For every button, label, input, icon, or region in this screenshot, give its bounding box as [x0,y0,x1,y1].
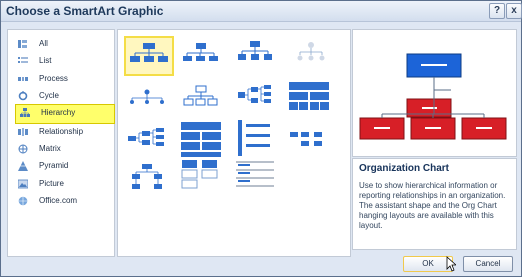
category-label: Office.com [39,196,78,205]
hierarchy-list-thumb-icon [181,122,221,157]
all-icon [18,40,27,48]
category-sidebar: All List Process Cycle Hierarchy Relatio… [7,29,115,257]
description-panel: Organization Chart Use to show hierarchi… [352,158,517,250]
half-circle-hierarchy-thumb-icon [181,160,218,189]
labeled-hierarchy-thumb-icon [183,85,218,106]
layout-thumb-text-list[interactable] [232,158,278,194]
layout-thumb-circle-picture-hierarchy[interactable] [288,36,334,72]
organization-chart-preview-icon [359,53,507,140]
layout-thumb-horizontal-hierarchy[interactable] [232,82,278,118]
help-button[interactable]: ? [489,3,505,19]
lined-list-thumb-icon [290,132,322,146]
category-label: Pyramid [39,161,69,170]
title-bar: Choose a SmartArt Graphic ? x [1,1,522,22]
matrix-icon [18,144,28,154]
hierarchy-thumb-icon [130,89,164,104]
horizontal-hierarchy-thumb-icon [238,85,271,103]
layout-thumb-half-circle-org-chart[interactable] [232,36,278,72]
layout-thumb-table-hierarchy[interactable] [286,80,332,116]
name-title-org-thumb-icon [183,43,218,61]
circle-picture-thumb-icon [297,42,325,61]
category-label: Hierarchy [41,108,76,117]
category-label: Matrix [39,144,61,153]
half-circle-org-thumb-icon [238,41,272,60]
category-label: Cycle [39,91,60,100]
category-item-cycle[interactable]: Cycle [14,88,110,104]
office-icon [18,196,28,206]
dialog-title: Choose a SmartArt Graphic [6,4,164,18]
category-item-matrix[interactable]: Matrix [14,141,110,157]
hierarchy-icon [20,108,30,117]
category-label: Picture [39,179,64,188]
cycle-icon [18,91,28,101]
layout-thumb-vertical-bracket-list[interactable] [232,120,278,156]
process-icon [18,77,28,81]
layout-thumb-horizontal-org-chart[interactable] [124,124,170,160]
close-button[interactable]: x [506,3,522,19]
table-hierarchy-thumb-icon [289,82,329,110]
category-item-process[interactable]: Process [14,71,110,87]
category-label: All [39,39,48,48]
text-list-thumb-icon [236,161,274,187]
relationship-icon [18,128,28,136]
category-item-pyramid[interactable]: Pyramid [14,158,110,174]
category-item-list[interactable]: List [14,53,110,69]
list-icon [18,57,28,63]
category-item-all[interactable]: All [14,36,110,52]
layout-thumb-organization-chart[interactable] [124,36,174,76]
category-item-picture[interactable]: Picture [14,176,110,192]
category-label: Process [39,74,68,83]
horizontal-org-thumb-icon [128,128,164,146]
org-chart-thumb-icon [130,43,168,62]
category-label: List [39,56,52,65]
layout-preview [352,29,517,157]
layout-title: Organization Chart [359,163,450,174]
layout-thumb-lined-list[interactable] [286,128,332,164]
category-label: Relationship [39,127,84,136]
architecture-thumb-icon [132,164,162,189]
picture-icon [18,179,28,189]
layout-thumb-name-title-org-chart[interactable] [178,36,224,72]
layout-thumb-hierarchy-list[interactable] [178,122,224,158]
layout-gallery [117,29,351,257]
layout-thumb-half-circle-hierarchy[interactable] [178,158,224,194]
vertical-bracket-thumb-icon [238,120,270,156]
layout-description: Use to show hierarchical information or … [359,181,506,230]
category-item-relationship[interactable]: Relationship [14,124,110,140]
cancel-button[interactable]: Cancel [463,256,513,272]
category-item-office[interactable]: Office.com [14,193,110,209]
pyramid-icon [18,161,28,171]
layout-thumb-architecture[interactable] [124,162,170,198]
layout-thumb-hierarchy[interactable] [124,82,170,118]
mouse-cursor-icon [446,256,456,272]
category-item-hierarchy[interactable]: Hierarchy [15,104,115,124]
layout-thumb-labeled-hierarchy[interactable] [178,82,224,118]
smartart-dialog: Choose a SmartArt Graphic ? x All List P… [0,0,522,277]
